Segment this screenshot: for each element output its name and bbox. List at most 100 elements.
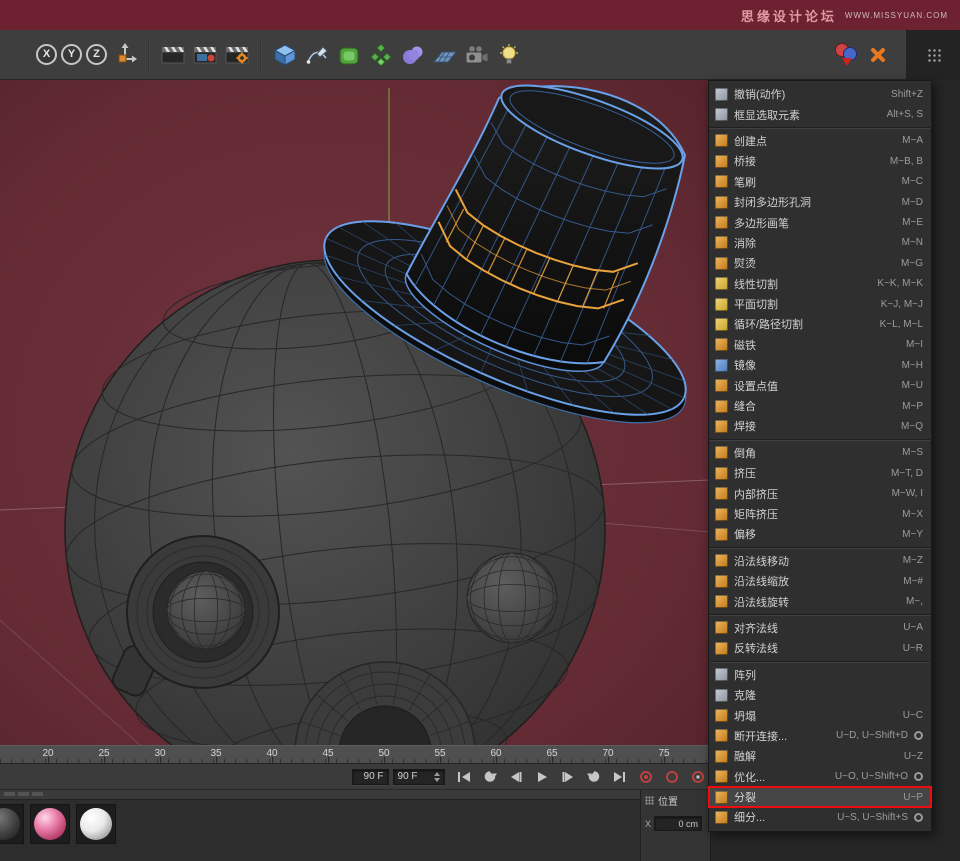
menu-item-13[interactable]: 镜像M~H	[709, 355, 931, 375]
selection-spheres-button[interactable]	[830, 33, 862, 77]
weld-icon	[715, 420, 728, 433]
render-view-icon	[160, 44, 186, 66]
matrix-extrude-icon	[715, 508, 728, 521]
menu-item-29[interactable]: 坍塌U~C	[709, 705, 931, 725]
current-frame-field[interactable]: 90 F	[352, 769, 389, 785]
close-x-button[interactable]	[862, 33, 894, 77]
menu-item-4[interactable]: 笔刷M~C	[709, 172, 931, 192]
cloner-icon	[369, 43, 393, 67]
menu-item-3[interactable]: 桥接M~B, B	[709, 151, 931, 171]
menu-item-10[interactable]: 平面切割K~J, M~J	[709, 294, 931, 314]
menu-item-21[interactable]: 偏移M~Y	[709, 524, 931, 544]
menu-item-6[interactable]: 多边形画笔M~E	[709, 212, 931, 232]
next-frame-button[interactable]	[555, 767, 580, 787]
menu-item-shortcut: M~Z	[903, 555, 923, 566]
edit-render-settings-button[interactable]	[221, 33, 253, 77]
timeline-tick-mark	[216, 757, 217, 764]
menu-item-25[interactable]: 对齐法线U~A	[709, 618, 931, 638]
menu-item-31[interactable]: 融解U~Z	[709, 746, 931, 766]
previous-frame-button[interactable]	[503, 767, 528, 787]
menu-item-shortcut: M~Q	[901, 421, 923, 432]
autokey-toggle-button[interactable]	[659, 767, 684, 787]
menu-item-7[interactable]: 消除M~N	[709, 233, 931, 253]
render-to-picture-viewer-button[interactable]	[189, 33, 221, 77]
menu-item-30[interactable]: 断开连接...U~D, U~Shift+D	[709, 726, 931, 746]
add-cube-button[interactable]	[269, 33, 301, 77]
options-gear-icon[interactable]	[914, 772, 923, 781]
material-swatch-dark[interactable]	[0, 804, 24, 844]
menu-item-label: 设置点值	[734, 378, 896, 394]
menu-item-14[interactable]: 设置点值M~U	[709, 375, 931, 395]
viewport[interactable]	[0, 80, 710, 745]
palette-dots-button[interactable]	[921, 33, 945, 77]
menu-item-8[interactable]: 熨烫M~G	[709, 253, 931, 273]
play-loop-button[interactable]	[477, 767, 502, 787]
normal-rotate-icon	[715, 595, 728, 608]
goto-end-button[interactable]	[607, 767, 632, 787]
timeline-ruler[interactable]: 202530354045505560657075	[0, 745, 710, 764]
menu-item-9[interactable]: 线性切割K~K, M~K	[709, 274, 931, 294]
menu-item-17[interactable]: 倒角M~S	[709, 443, 931, 463]
material-swatch-white[interactable]	[76, 804, 116, 844]
bevel-icon	[715, 446, 728, 459]
play-forward-button[interactable]	[529, 767, 554, 787]
keyframe-selection-icon	[690, 770, 706, 784]
subdivision-surface-icon	[337, 43, 361, 67]
menu-item-23[interactable]: 沿法线缩放M~#	[709, 571, 931, 591]
cheek-sphere	[467, 553, 557, 643]
options-gear-icon[interactable]	[914, 731, 923, 740]
menu-item-18[interactable]: 挤压M~T, D	[709, 463, 931, 483]
loop-mode-button[interactable]	[581, 767, 606, 787]
cloner-button[interactable]	[365, 33, 397, 77]
menu-item-27[interactable]: 阵列	[709, 665, 931, 685]
keyframe-selection-button[interactable]	[685, 767, 710, 787]
axis-lock-z-button[interactable]: Z	[86, 44, 107, 65]
menu-item-shortcut: U~C	[903, 710, 923, 721]
menu-item-34[interactable]: 细分...U~S, U~Shift+S	[709, 807, 931, 827]
menu-item-label: 缝合	[734, 398, 896, 414]
end-frame-field[interactable]: 90 F	[393, 769, 445, 785]
menu-item-label: 克隆	[734, 687, 917, 703]
record-keyframe-button[interactable]	[633, 767, 658, 787]
camera-button[interactable]	[461, 33, 493, 77]
set-point-value-icon	[715, 379, 728, 392]
frame-spinner[interactable]	[434, 772, 440, 782]
array-icon	[715, 668, 728, 681]
menu-item-11[interactable]: 循环/路径切割K~L, M~L	[709, 314, 931, 334]
menu-item-0[interactable]: 撤销(动作)Shift+Z	[709, 84, 931, 104]
menu-item-1[interactable]: 框显选取元素Alt+S, S	[709, 104, 931, 124]
menu-item-shortcut: M~H	[902, 360, 923, 371]
axis-lock-x-button[interactable]: X	[36, 44, 57, 65]
menu-item-12[interactable]: 磁铁M~I	[709, 335, 931, 355]
x-position-field[interactable]: 0 cm	[654, 816, 702, 831]
options-gear-icon[interactable]	[914, 813, 923, 822]
menu-item-22[interactable]: 沿法线移动M~Z	[709, 551, 931, 571]
light-button[interactable]	[493, 33, 525, 77]
metaball-button[interactable]	[397, 33, 429, 77]
menu-item-26[interactable]: 反转法线U~R	[709, 638, 931, 658]
close-x-icon	[867, 44, 889, 66]
menu-item-19[interactable]: 内部挤压M~W, I	[709, 483, 931, 503]
menu-item-16[interactable]: 焊接M~Q	[709, 416, 931, 436]
spline-pen-button[interactable]	[301, 33, 333, 77]
menu-item-28[interactable]: 克隆	[709, 685, 931, 705]
menu-item-20[interactable]: 矩阵挤压M~X	[709, 504, 931, 524]
goto-start-button[interactable]	[451, 767, 476, 787]
subdivision-surface-button[interactable]	[333, 33, 365, 77]
menu-item-15[interactable]: 缝合M~P	[709, 396, 931, 416]
pink-material-icon	[34, 808, 66, 840]
menu-item-5[interactable]: 封闭多边形孔洞M~D	[709, 192, 931, 212]
menu-item-33[interactable]: 分裂U~P	[709, 787, 931, 807]
line-cut-icon	[715, 277, 728, 290]
menu-item-label: 断开连接...	[734, 728, 830, 744]
material-swatch-pink[interactable]	[30, 804, 70, 844]
menu-item-24[interactable]: 沿法线旋转M~,	[709, 591, 931, 611]
coordinate-system-button[interactable]	[109, 33, 141, 77]
menu-item-2[interactable]: 创建点M~A	[709, 131, 931, 151]
render-view-button[interactable]	[157, 33, 189, 77]
axis-lock-y-button[interactable]: Y	[61, 44, 82, 65]
loop-mode-icon	[586, 770, 602, 783]
floor-button[interactable]	[429, 33, 461, 77]
menu-item-label: 分裂	[734, 789, 897, 805]
menu-item-32[interactable]: 优化...U~O, U~Shift+O	[709, 767, 931, 787]
